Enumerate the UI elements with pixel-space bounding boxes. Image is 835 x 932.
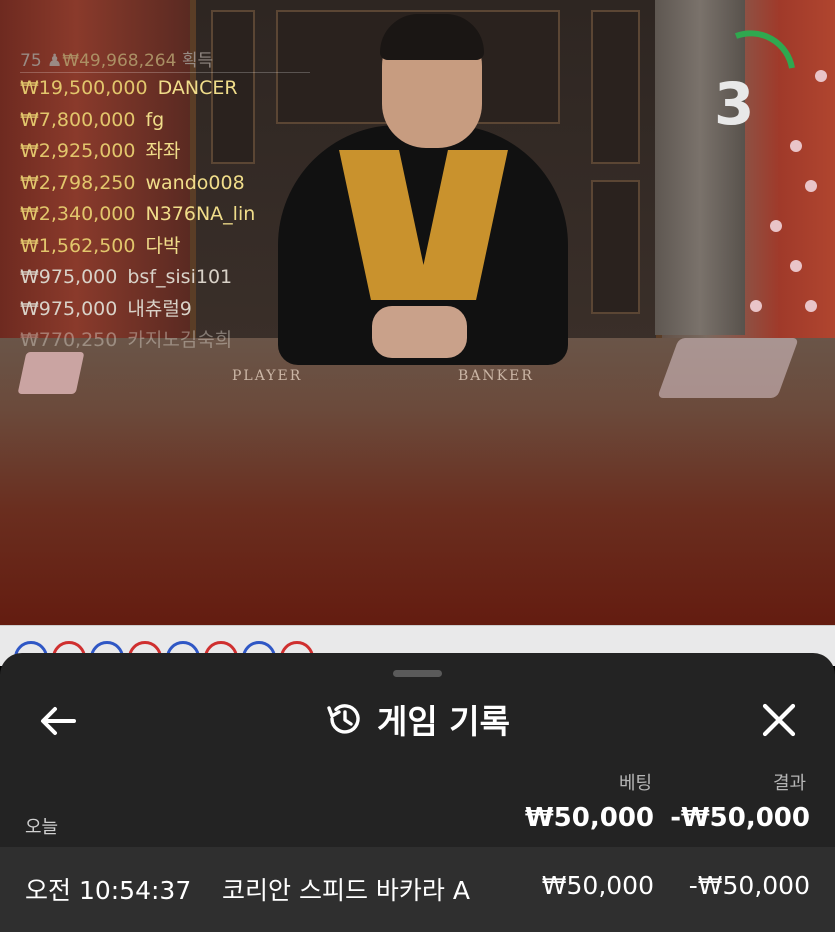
close-button[interactable] <box>760 701 798 739</box>
history-row-bet: ₩50,000 <box>541 871 654 900</box>
date-group-total-result: -₩50,000 <box>670 803 810 833</box>
winner-row: ₩975,000 bsf_sisi101 <box>20 266 233 288</box>
date-group-label: 오늘 <box>25 817 59 838</box>
history-icon <box>327 704 360 734</box>
countdown-timer: 3 <box>714 70 755 138</box>
game-history-sheet: 게임 기록 베팅 결과 오늘 ₩50,000 -₩50,000 오전 10:54… <box>0 653 835 932</box>
column-header-bet: 베팅 <box>619 773 653 794</box>
winner-row: ₩19,500,000 DANCER <box>20 77 238 99</box>
history-row-game: 코리안 스피드 바카라 A <box>222 876 470 905</box>
column-header-result: 결과 <box>773 773 807 794</box>
player-table-label: PLAYER <box>232 368 303 384</box>
history-row[interactable]: 오전 10:54:37 코리안 스피드 바카라 A ₩50,000 -₩50,0… <box>0 847 835 932</box>
winner-row: ₩7,800,000 fg <box>20 108 165 131</box>
discard-tray <box>17 352 85 394</box>
sheet-header: 게임 기록 <box>0 697 835 741</box>
player-count: 75 <box>20 51 42 71</box>
winners-list: 75 ♟₩49,968,264 획득 ₩19,500,000 DANCER ₩7,… <box>20 46 310 357</box>
winners-total: ₩49,968,264 <box>62 51 177 71</box>
winner-row: ₩770,250 카지노김숙희 <box>20 329 233 351</box>
sheet-drag-handle[interactable] <box>393 670 442 677</box>
winner-row: ₩2,340,000 N376NA_lin <box>20 203 256 225</box>
winner-row: ₩975,000 내츄럴9 <box>20 297 192 320</box>
winner-row: ₩1,562,500 다박 <box>20 234 181 257</box>
sheet-title: 게임 기록 <box>377 702 510 741</box>
date-group-total-bet: ₩50,000 <box>524 803 654 833</box>
banker-table-label: BANKER <box>458 368 534 384</box>
card-shoe <box>657 338 799 398</box>
person-icon: ♟ <box>47 51 63 71</box>
live-video: PLAYER BANKER 75 ♟₩49,968,264 획득 ₩19,500… <box>0 0 835 625</box>
winner-row: ₩2,925,000 좌좌 <box>20 140 181 162</box>
close-icon <box>762 703 796 737</box>
history-row-result: -₩50,000 <box>688 871 810 900</box>
history-row-time: 오전 10:54:37 <box>25 876 192 905</box>
winner-row: ₩2,798,250 wando008 <box>20 171 245 194</box>
winners-total-label: 획득 <box>181 51 214 71</box>
winners-header: 75 ♟₩49,968,264 획득 <box>20 46 310 73</box>
